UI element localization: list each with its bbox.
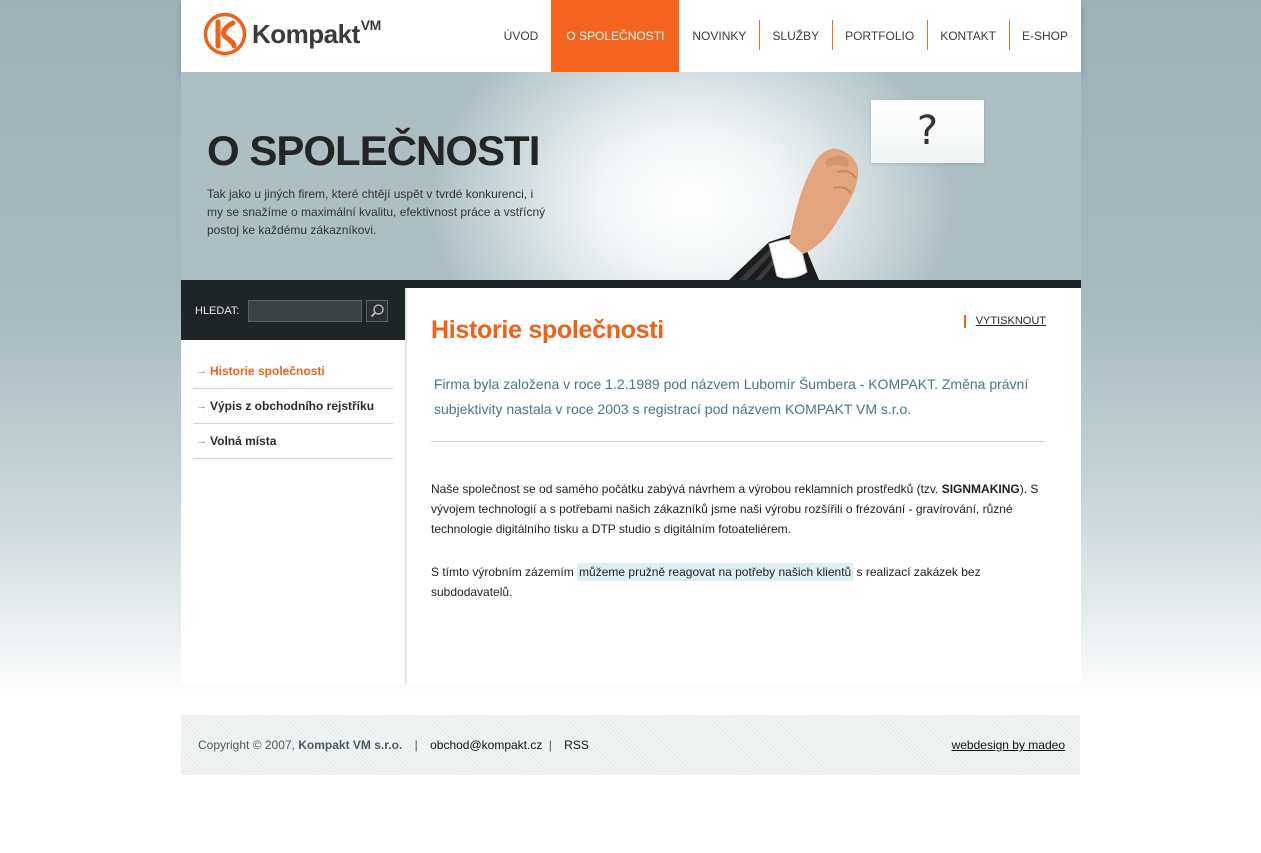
nav-item-kontakt[interactable]: KONTAKT [927, 0, 1009, 72]
email-link[interactable]: obchod@kompakt.cz [430, 738, 542, 752]
search-button[interactable] [366, 300, 388, 322]
search-input[interactable] [248, 300, 362, 322]
kompakt-logo-icon [203, 12, 247, 56]
logo[interactable]: KompaktVM [203, 11, 381, 57]
question-card: ? [871, 100, 984, 163]
search-bar: HLEDAT: [181, 280, 405, 340]
arrow-right-icon: → [196, 400, 207, 412]
footer-separator: | [548, 738, 552, 752]
side-menu: → Historie společnosti → Výpis z obchodn… [193, 354, 393, 459]
side-item-label: Výpis z obchodního rejstříku [210, 399, 375, 413]
signmaking-bold: SIGNMAKING [941, 482, 1020, 496]
nav-item-novinky[interactable]: NOVINKY [679, 0, 759, 72]
main-nav: ÚVOD O SPOLEČNOSTI NOVINKY SLUŽBY PORTFO… [491, 0, 1081, 72]
main-area: HLEDAT: → Historie společnosti → Výpis z… [181, 280, 1081, 684]
footer: Copyright © 2007, Kompakt VM s.r.o. | ob… [181, 715, 1080, 775]
arrow-right-icon: → [196, 365, 207, 377]
paragraph-2: S tímto výrobním zázemím můžeme pružně r… [431, 563, 981, 599]
divider [431, 441, 1045, 442]
sidebar-divider [405, 288, 407, 684]
nav-item-uvod[interactable]: ÚVOD [491, 0, 552, 72]
arrow-right-icon: → [196, 435, 207, 447]
paragraph-1: Naše společnost se od samého počátku zab… [431, 482, 1039, 536]
side-item-label: Volná místa [210, 434, 277, 448]
question-mark: ? [916, 108, 939, 154]
side-item-label: Historie společnosti [210, 364, 325, 378]
hero-title: O SPOLEČNOSTI [207, 127, 540, 174]
logo-text: KompaktVM [252, 16, 381, 49]
side-item-vypis[interactable]: → Výpis z obchodního rejstříku [193, 389, 393, 424]
search-icon [370, 304, 384, 318]
highlighted-text: můžeme pružně reagovat na potřeby našich… [577, 563, 854, 581]
nav-item-sluzby[interactable]: SLUŽBY [759, 0, 832, 72]
hero-banner: O SPOLEČNOSTI Tak jako u jiných firem, k… [181, 72, 1081, 280]
nav-item-portfolio[interactable]: PORTFOLIO [832, 0, 927, 72]
side-item-historie[interactable]: → Historie společnosti [193, 354, 393, 389]
lead-paragraph: Firma byla založena v roce 1.2.1989 pod … [434, 376, 1029, 417]
page-title: Historie společnosti [431, 316, 664, 344]
side-item-volna-mista[interactable]: → Volná místa [193, 424, 393, 459]
company-name: Kompakt VM s.r.o. [298, 738, 403, 752]
hero-text: Tak jako u jiných firem, které chtějí us… [207, 187, 546, 237]
webdesign-credit-link[interactable]: webdesign by madeo [952, 738, 1065, 752]
search-label: HLEDAT: [195, 305, 240, 317]
footer-separator: | [414, 738, 418, 752]
rss-link[interactable]: RSS [564, 738, 589, 752]
footer-left: Copyright © 2007, Kompakt VM s.r.o. | ob… [198, 738, 589, 752]
print-link[interactable]: VYTISKNOUT [963, 315, 1046, 328]
nav-item-e-shop[interactable]: E-SHOP [1008, 0, 1081, 72]
header: KompaktVM ÚVOD O SPOLEČNOSTI NOVINKY SLU… [181, 0, 1081, 72]
nav-item-o-spolecnosti[interactable]: O SPOLEČNOSTI [551, 0, 680, 72]
copyright-text: Copyright © 2007, [198, 738, 295, 752]
